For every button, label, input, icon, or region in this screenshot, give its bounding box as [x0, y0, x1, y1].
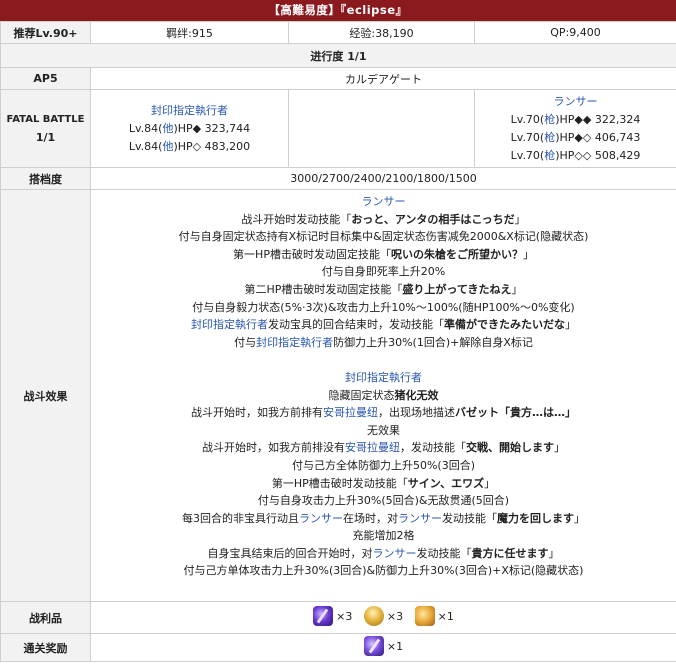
effect-line: 付与自身攻击力上升30%(5回合)&无敌贯通(5回合)	[257, 494, 510, 508]
progress-label: 进行度 1/1	[0, 43, 676, 68]
executor-link[interactable]: 封印指定執行者	[191, 318, 268, 331]
quest-info-panel: 【高難易度】『eclipse』 推荐Lv.90+ 羁绊:915 经验:38,19…	[0, 0, 676, 667]
enemy-hp-line: Lv.70(枪)HP◆◆ 322,324	[510, 112, 641, 126]
quest-info-table: 推荐Lv.90+ 羁绊:915 经验:38,190 QP:9,400 进行度 1…	[0, 21, 676, 662]
enemy-hp-line: Lv.70(枪)HP◇◇ 508,429	[510, 148, 641, 162]
drop-item[interactable]: ×3	[363, 606, 403, 626]
lancer-link[interactable]: ランサー	[373, 547, 417, 560]
class-link[interactable]: 他	[162, 140, 173, 153]
effect-line: 隐藏固定状态猪化无效	[328, 388, 439, 402]
qp-value: QP:9,400	[474, 21, 676, 44]
reward-items: ×1	[90, 633, 676, 662]
effect-line: 战斗开始时，如我方前排没有安哥拉曼纽，发动技能「交戦、開始します」	[202, 441, 565, 455]
executor-section-title[interactable]: 封印指定執行者	[91, 369, 676, 387]
effect-line: 付与自身毅力状态(5%·3次)&攻击力上升10%～100%(随HP100%～0%…	[192, 300, 575, 314]
enemy-name-lancer[interactable]: ランサー	[475, 93, 676, 111]
lancer-section-title[interactable]: ランサー	[91, 193, 676, 211]
reward-row: 通关奖励 ×1	[0, 633, 676, 662]
effect-line: 第一HP槽击破时发动固定技能「呪いの朱槍をご所望かい？」	[233, 247, 534, 261]
support-label: 搭档度	[0, 167, 91, 190]
stats-row: 推荐Lv.90+ 羁绊:915 经验:38,190 QP:9,400	[0, 21, 676, 44]
effect-line: 充能增加2格	[352, 529, 415, 543]
angra-mainyu-link[interactable]: 安哥拉曼纽	[323, 406, 378, 419]
executor-link[interactable]: 封印指定執行者	[256, 336, 333, 349]
angra-mainyu-link[interactable]: 安哥拉曼纽	[345, 441, 400, 454]
effect-line: 第二HP槽击破时发动固定技能「盛り上がってきたねえ」	[244, 282, 523, 296]
effect-line: 每3回合的非宝具行动且ランサー在场时，对ランサー发动技能「魔力を回します」	[182, 511, 585, 525]
exp-value: 经验:38,190	[288, 21, 475, 44]
golden-egg-icon	[363, 606, 384, 626]
fatal-battle-label: FATAL BATTLE 1/1	[0, 89, 91, 168]
effect-line: 自身宝具结束后的回合开始时，对ランサー发动技能「貴方に任せます」	[207, 546, 560, 560]
effect-line: 付与自身即死率上升20%	[321, 265, 446, 279]
effect-line: 封印指定執行者发动宝具的回合结束时，发动技能「準備ができたみたいだな」	[191, 318, 576, 332]
effect-line: 无效果	[367, 423, 400, 437]
ap-location: カルデアゲート	[90, 67, 676, 90]
golden-stone-icon	[414, 606, 435, 626]
fatal-battle-count: 1/1	[35, 130, 56, 144]
class-link[interactable]: 枪	[544, 131, 555, 144]
enemy-hp-line: Lv.84(他)HP◇ 483,200	[128, 139, 251, 153]
reward-piece-icon	[363, 636, 384, 656]
enemy-hp-line: Lv.84(他)HP◆ 323,744	[128, 121, 251, 135]
drop-item[interactable]: ×3	[313, 606, 352, 626]
lancer-piece-icon	[313, 606, 334, 626]
enemy-lancer-cell: ランサー Lv.70(枪)HP◆◆ 322,324 Lv.70(枪)HP◆◇ 4…	[474, 89, 676, 168]
effect-line: 付与己方单体攻击力上升30%(3回合)&防御力上升30%(3回合)+X标记(隐藏…	[183, 564, 584, 578]
effect-line: 付与封印指定執行者防御力上升30%(1回合)+解除自身X标记	[234, 335, 533, 349]
effect-line: 付与己方全体防御力上升50%(3回合)	[291, 458, 476, 472]
fatal-battle-title: FATAL BATTLE	[6, 113, 85, 125]
enemy-empty-cell	[288, 89, 475, 168]
battle-effect-label: 战斗效果	[0, 189, 91, 602]
class-link[interactable]: 枪	[544, 113, 555, 126]
class-link[interactable]: 枪	[544, 149, 555, 162]
ap-row: AP5 カルデアゲート	[0, 67, 676, 90]
progress-row: 进行度 1/1	[0, 43, 676, 68]
reward-item[interactable]: ×1	[363, 636, 403, 656]
recommend-level: 推荐Lv.90+	[0, 21, 91, 44]
support-values: 3000/2700/2400/2100/1800/1500	[90, 167, 676, 190]
enemy-executor-cell: 封印指定執行者 Lv.84(他)HP◆ 323,744 Lv.84(他)HP◇ …	[90, 89, 289, 168]
support-row: 搭档度 3000/2700/2400/2100/1800/1500	[0, 167, 676, 190]
class-link[interactable]: 他	[162, 122, 173, 135]
lancer-link[interactable]: ランサー	[398, 512, 442, 525]
effect-line: 战斗开始时，如我方前排有安哥拉曼纽，出现场地描述バゼット「貴方…は…」	[191, 406, 576, 420]
enemy-name-executor[interactable]: 封印指定執行者	[91, 102, 288, 120]
drop-item[interactable]: ×1	[414, 606, 454, 626]
bond-value: 羁绊:915	[90, 21, 289, 44]
reward-label: 通关奖励	[0, 633, 91, 662]
drops-row: 战利品 ×3 ×3 ×1	[0, 601, 676, 634]
enemy-hp-line: Lv.70(枪)HP◆◇ 406,743	[510, 130, 641, 144]
ap-label: AP5	[0, 67, 91, 90]
fatal-battle-row: FATAL BATTLE 1/1 封印指定執行者 Lv.84(他)HP◆ 323…	[0, 89, 676, 168]
battle-effect-row: 战斗效果 ランサー 战斗开始时发动技能「おっと、アンタの相手はこっちだ」 付与自…	[0, 189, 676, 602]
lancer-link[interactable]: ランサー	[299, 512, 343, 525]
battle-effect-content: ランサー 战斗开始时发动技能「おっと、アンタの相手はこっちだ」 付与自身固定状态…	[90, 189, 676, 602]
effect-line: 第一HP槽击破时发动技能「サイン、エワズ」	[271, 476, 496, 490]
quest-title: 【高難易度】『eclipse』	[268, 3, 408, 17]
quest-title-bar: 【高難易度】『eclipse』	[0, 0, 676, 21]
effect-line: 战斗开始时发动技能「おっと、アンタの相手はこっちだ」	[241, 212, 526, 226]
effect-line: 付与自身固定状态持有X标记时目标集中&固定状态伤害减免2000&X标记(隐藏状态…	[178, 230, 589, 244]
drops-label: 战利品	[0, 601, 91, 634]
drops-items: ×3 ×3 ×1	[90, 601, 676, 634]
